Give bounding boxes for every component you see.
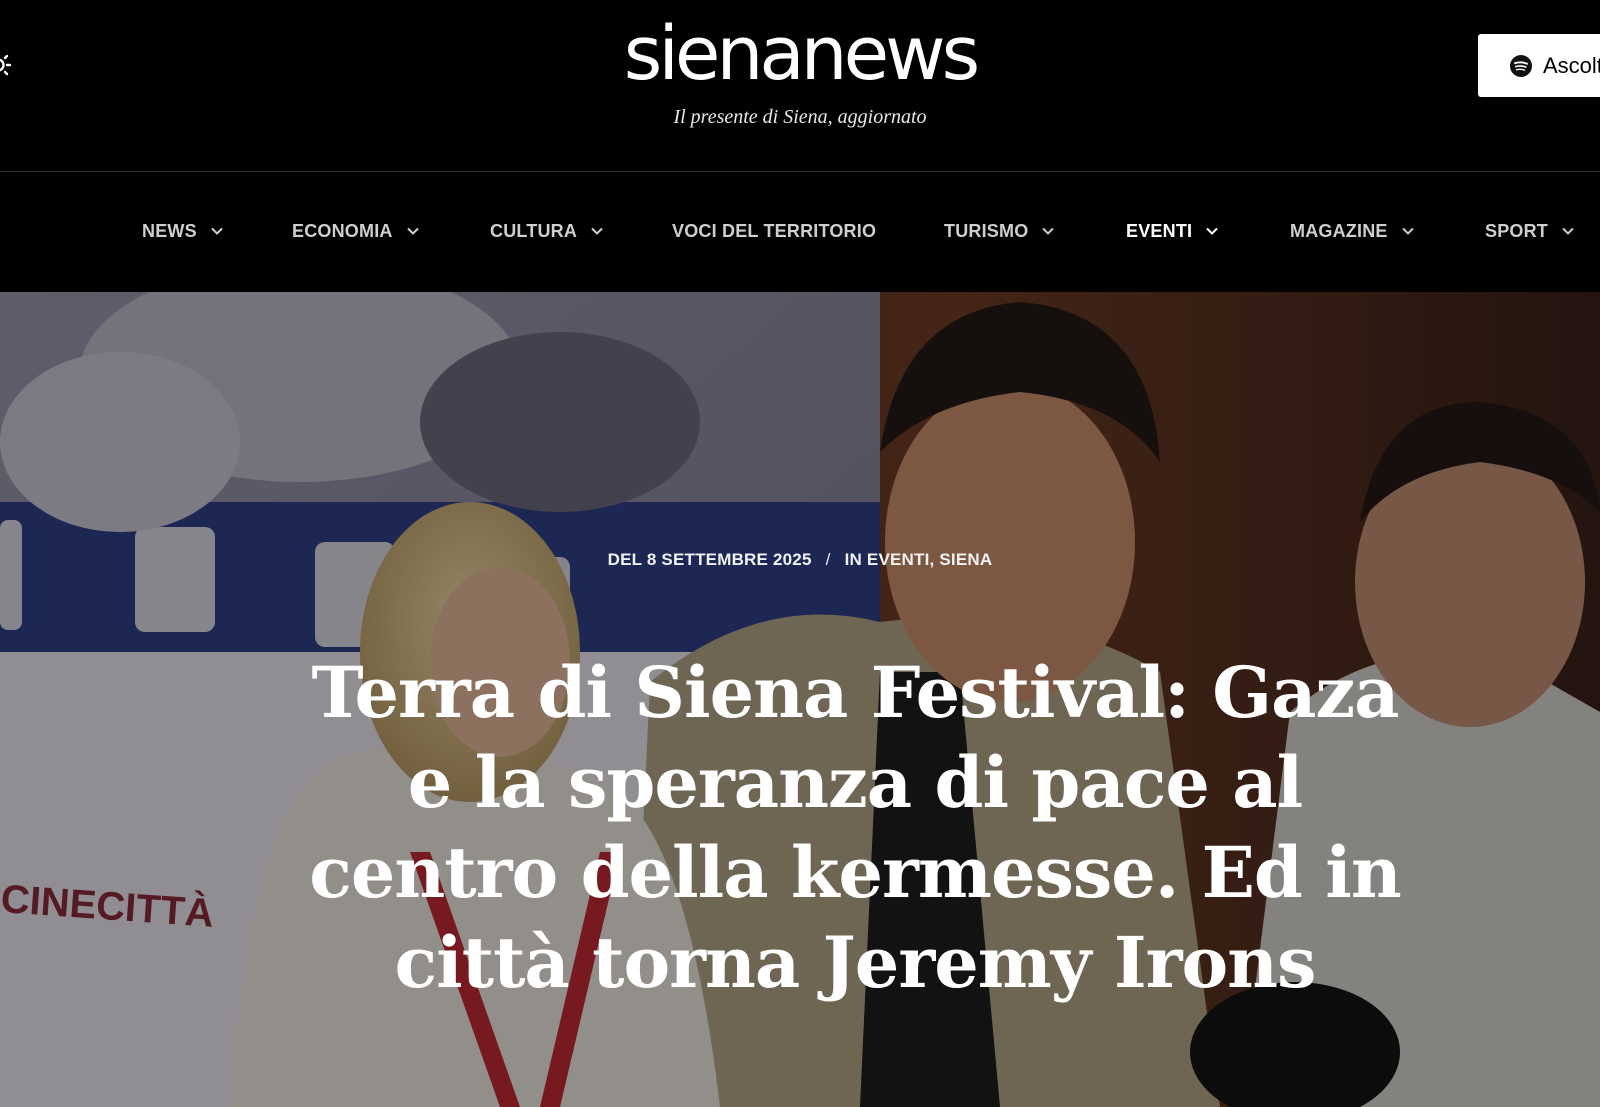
main-nav: NEWS ECONOMIA CULTURA VOCI DEL TERRITORI… bbox=[0, 172, 1600, 292]
chevron-down-icon bbox=[1401, 227, 1414, 235]
nav-item-label: MAGAZINE bbox=[1290, 220, 1388, 241]
meta-separator: / bbox=[825, 550, 831, 569]
category-link-eventi[interactable]: EVENTI bbox=[867, 550, 930, 569]
chevron-down-icon bbox=[1206, 227, 1218, 235]
nav-item-sport[interactable]: SPORT bbox=[1485, 216, 1574, 246]
nav-item-label: CULTURA bbox=[490, 220, 578, 241]
meta-in-prefix: IN bbox=[844, 550, 862, 569]
nav-item-label: EVENTI bbox=[1126, 220, 1193, 241]
nav-item-magazine[interactable]: MAGAZINE bbox=[1290, 216, 1414, 246]
site-header: sienanews Il presente di Siena, aggiorna… bbox=[0, 0, 1600, 171]
chevron-down-icon bbox=[1042, 227, 1055, 235]
nav-item-eventi[interactable]: EVENTI bbox=[1126, 216, 1218, 246]
nav-item-label: VOCI DEL TERRITORIO bbox=[672, 220, 877, 241]
chevron-down-icon bbox=[591, 227, 603, 235]
chevron-down-icon bbox=[406, 227, 419, 235]
nav-item-label: NEWS bbox=[142, 220, 197, 241]
category-link-siena[interactable]: SIENA bbox=[939, 550, 992, 569]
nav-item-news[interactable]: NEWS bbox=[142, 216, 223, 246]
nav-item-label: TURISMO bbox=[944, 220, 1029, 241]
article-date: DEL 8 SETTEMBRE 2025 bbox=[607, 550, 812, 569]
listen-spotify-button[interactable]: Ascolta bbox=[1478, 34, 1600, 97]
site-logo[interactable]: sienanews bbox=[0, 4, 1600, 104]
nav-item-turismo[interactable]: TURISMO bbox=[944, 216, 1055, 246]
hero-section: CINECITTÀ DEL 8 SETTEMBRE 2025/IN EVENTI… bbox=[0, 292, 1600, 1107]
nav-item-cultura[interactable]: CULTURA bbox=[490, 216, 603, 246]
nav-item-label: ECONOMIA bbox=[292, 220, 393, 241]
chevron-down-icon bbox=[1562, 227, 1574, 235]
nav-item-economia[interactable]: ECONOMIA bbox=[292, 216, 419, 246]
site-tagline: Il presente di Siena, aggiornato bbox=[673, 106, 927, 128]
spotify-icon bbox=[1510, 54, 1532, 77]
nav-item-voci-del-territorio[interactable]: VOCI DEL TERRITORIO bbox=[672, 216, 876, 246]
article-title: Terra di Siena Festival: Gaza e la spera… bbox=[309, 651, 1402, 1004]
listen-button-label: Ascolta bbox=[1543, 52, 1600, 78]
category-separator: , bbox=[929, 550, 935, 569]
nav-item-label: SPORT bbox=[1485, 220, 1549, 241]
article-meta: DEL 8 SETTEMBRE 2025 / IN EVENTI, SIENA bbox=[0, 550, 1600, 570]
chevron-down-icon bbox=[211, 227, 223, 235]
